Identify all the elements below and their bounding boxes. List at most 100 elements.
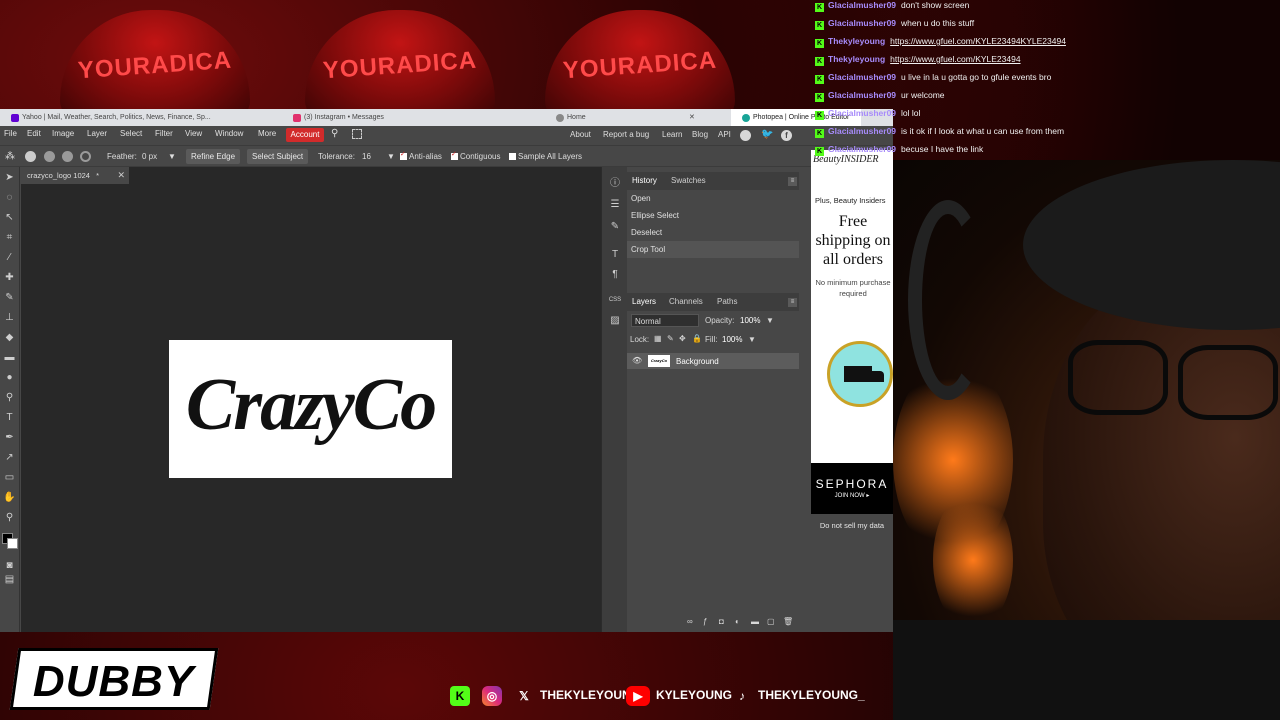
healing-tool-icon[interactable]: ✚: [3, 271, 16, 284]
chat-username[interactable]: Thekyleyoung: [828, 54, 885, 64]
close-tab-icon[interactable]: ✕: [689, 109, 695, 126]
fill-input[interactable]: 100%: [722, 335, 742, 344]
menu-select[interactable]: Select: [120, 129, 142, 138]
tolerance-input[interactable]: 16: [362, 152, 371, 161]
link-about[interactable]: About: [570, 130, 591, 139]
fullscreen-icon[interactable]: [352, 129, 362, 139]
sample-all-layers-checkbox[interactable]: Sample All Layers: [509, 152, 582, 161]
join-now-link[interactable]: JOIN NOW ▸: [811, 492, 893, 499]
adjustment-layer-icon[interactable]: ◐: [735, 617, 740, 626]
selection-mode-intersect-icon[interactable]: [80, 151, 91, 162]
marquee-tool-icon[interactable]: ◌: [3, 191, 16, 204]
link-blog[interactable]: Blog: [692, 130, 708, 139]
move-tool-icon[interactable]: ➤: [3, 171, 16, 184]
link-learn[interactable]: Learn: [662, 130, 682, 139]
delete-layer-icon[interactable]: 🗑: [783, 617, 793, 626]
paragraph-icon[interactable]: ¶: [608, 268, 622, 282]
properties-icon[interactable]: ☰: [608, 198, 622, 212]
tab-swatches[interactable]: Swatches: [671, 176, 706, 185]
path-select-tool-icon[interactable]: ↗: [3, 451, 16, 464]
shape-tool-icon[interactable]: ▭: [3, 471, 16, 484]
opacity-dropdown-icon[interactable]: ▼: [766, 316, 774, 325]
lock-all-icon[interactable]: 🔒: [692, 334, 702, 343]
chat-username[interactable]: Glacialmusher09: [828, 18, 896, 28]
tab-layers[interactable]: Layers: [632, 297, 656, 306]
search-icon[interactable]: ⚲: [331, 128, 343, 140]
layer-row-background[interactable]: 👁 CrazyCo Background: [627, 353, 799, 369]
lock-transparency-icon[interactable]: ▦: [654, 334, 662, 343]
image-icon[interactable]: ▨: [608, 314, 622, 328]
menu-filter[interactable]: Filter: [155, 129, 173, 138]
tab-paths[interactable]: Paths: [717, 297, 737, 306]
refine-edge-button[interactable]: Refine Edge: [186, 149, 241, 164]
menu-window[interactable]: Window: [215, 129, 243, 138]
gradient-tool-icon[interactable]: ▬: [3, 351, 16, 364]
lock-position-icon[interactable]: ✥: [679, 334, 686, 343]
facebook-icon[interactable]: f: [781, 130, 792, 141]
document-tab[interactable]: crazyco_logo 1024 * ✕: [21, 167, 129, 184]
zoom-tool-icon[interactable]: ⚲: [3, 511, 16, 524]
feather-input[interactable]: 0 px: [142, 152, 157, 161]
history-item[interactable]: Ellipse Select: [627, 207, 799, 224]
menu-file[interactable]: File: [4, 129, 17, 138]
brush-tool-icon[interactable]: ✎: [3, 291, 16, 304]
chat-username[interactable]: Glacialmusher09: [828, 126, 896, 136]
type-tool-icon[interactable]: T: [3, 411, 16, 424]
account-button[interactable]: Account: [286, 128, 324, 142]
panel-menu-icon[interactable]: ≡: [788, 298, 797, 307]
chat-username[interactable]: Glacialmusher09: [828, 0, 896, 10]
chat-username[interactable]: Glacialmusher09: [828, 72, 896, 82]
eraser-tool-icon[interactable]: ◆: [3, 331, 16, 344]
history-item-selected[interactable]: Crop Tool: [627, 241, 799, 258]
history-item[interactable]: Open: [627, 190, 799, 207]
link-api[interactable]: API: [718, 130, 731, 139]
crop-tool-icon[interactable]: ⌗: [3, 231, 16, 244]
opacity-input[interactable]: 100%: [740, 316, 760, 325]
blend-mode-select[interactable]: Normal: [631, 314, 699, 327]
do-not-sell-link[interactable]: Do not sell my data: [811, 518, 893, 533]
screen-mode-icon[interactable]: ▤: [3, 573, 16, 586]
lock-pixels-icon[interactable]: ✎: [667, 334, 674, 343]
close-document-icon[interactable]: ✕: [117, 170, 125, 181]
hand-tool-icon[interactable]: ✋: [3, 491, 16, 504]
selection-mode-subtract-icon[interactable]: [62, 151, 73, 162]
tab-instagram[interactable]: (3) Instagram • Messages: [282, 109, 544, 126]
new-layer-icon[interactable]: ▢: [767, 617, 775, 626]
feather-dropdown-icon[interactable]: ▼: [168, 152, 176, 161]
menu-more[interactable]: More: [258, 129, 276, 138]
chat-username[interactable]: Glacialmusher09: [828, 108, 896, 118]
panel-menu-icon[interactable]: ≡: [788, 177, 797, 186]
anti-alias-checkbox[interactable]: Anti-alias: [400, 150, 442, 161]
pen-tool-icon[interactable]: ✒: [3, 431, 16, 444]
menu-view[interactable]: View: [185, 129, 202, 138]
image-canvas[interactable]: CrazyCo: [169, 340, 452, 478]
chat-username[interactable]: Glacialmusher09: [828, 90, 896, 100]
info-icon[interactable]: ⓘ: [608, 177, 622, 191]
magic-wand-tool-icon[interactable]: ⁂: [5, 151, 15, 162]
chat-username[interactable]: Thekyleyoung: [828, 36, 885, 46]
link-report-bug[interactable]: Report a bug: [603, 130, 649, 139]
selection-mode-new-icon[interactable]: [25, 151, 36, 162]
lasso-tool-icon[interactable]: ↖: [3, 211, 16, 224]
contiguous-checkbox[interactable]: Contiguous: [451, 150, 500, 161]
tab-history[interactable]: History: [632, 176, 657, 185]
chat-username[interactable]: Glacialmusher09: [828, 144, 896, 154]
menu-image[interactable]: Image: [52, 129, 74, 138]
character-icon[interactable]: T: [608, 248, 622, 262]
fill-dropdown-icon[interactable]: ▼: [748, 335, 756, 344]
brush-settings-icon[interactable]: ✎: [608, 220, 622, 234]
sephora-ad[interactable]: BeautyINSIDER Plus, Beauty Insiders Free…: [811, 150, 893, 514]
tab-channels[interactable]: Channels: [669, 297, 703, 306]
layer-mask-icon[interactable]: ◘: [719, 617, 724, 626]
menu-edit[interactable]: Edit: [27, 129, 41, 138]
selection-mode-add-icon[interactable]: [44, 151, 55, 162]
history-item[interactable]: Deselect: [627, 224, 799, 241]
dodge-tool-icon[interactable]: ⚲: [3, 391, 16, 404]
reddit-icon[interactable]: [740, 130, 751, 141]
chat-link[interactable]: https://www.gfuel.com/KYLE23494: [890, 54, 1020, 64]
tolerance-dropdown-icon[interactable]: ▼: [387, 152, 395, 161]
twitter-icon[interactable]: 🐦: [761, 129, 773, 140]
blur-tool-icon[interactable]: ●: [3, 371, 16, 384]
css-panel-button[interactable]: CSS: [608, 293, 622, 307]
chat-link[interactable]: https://www.gfuel.com/KYLE23494KYLE23494: [890, 36, 1066, 46]
